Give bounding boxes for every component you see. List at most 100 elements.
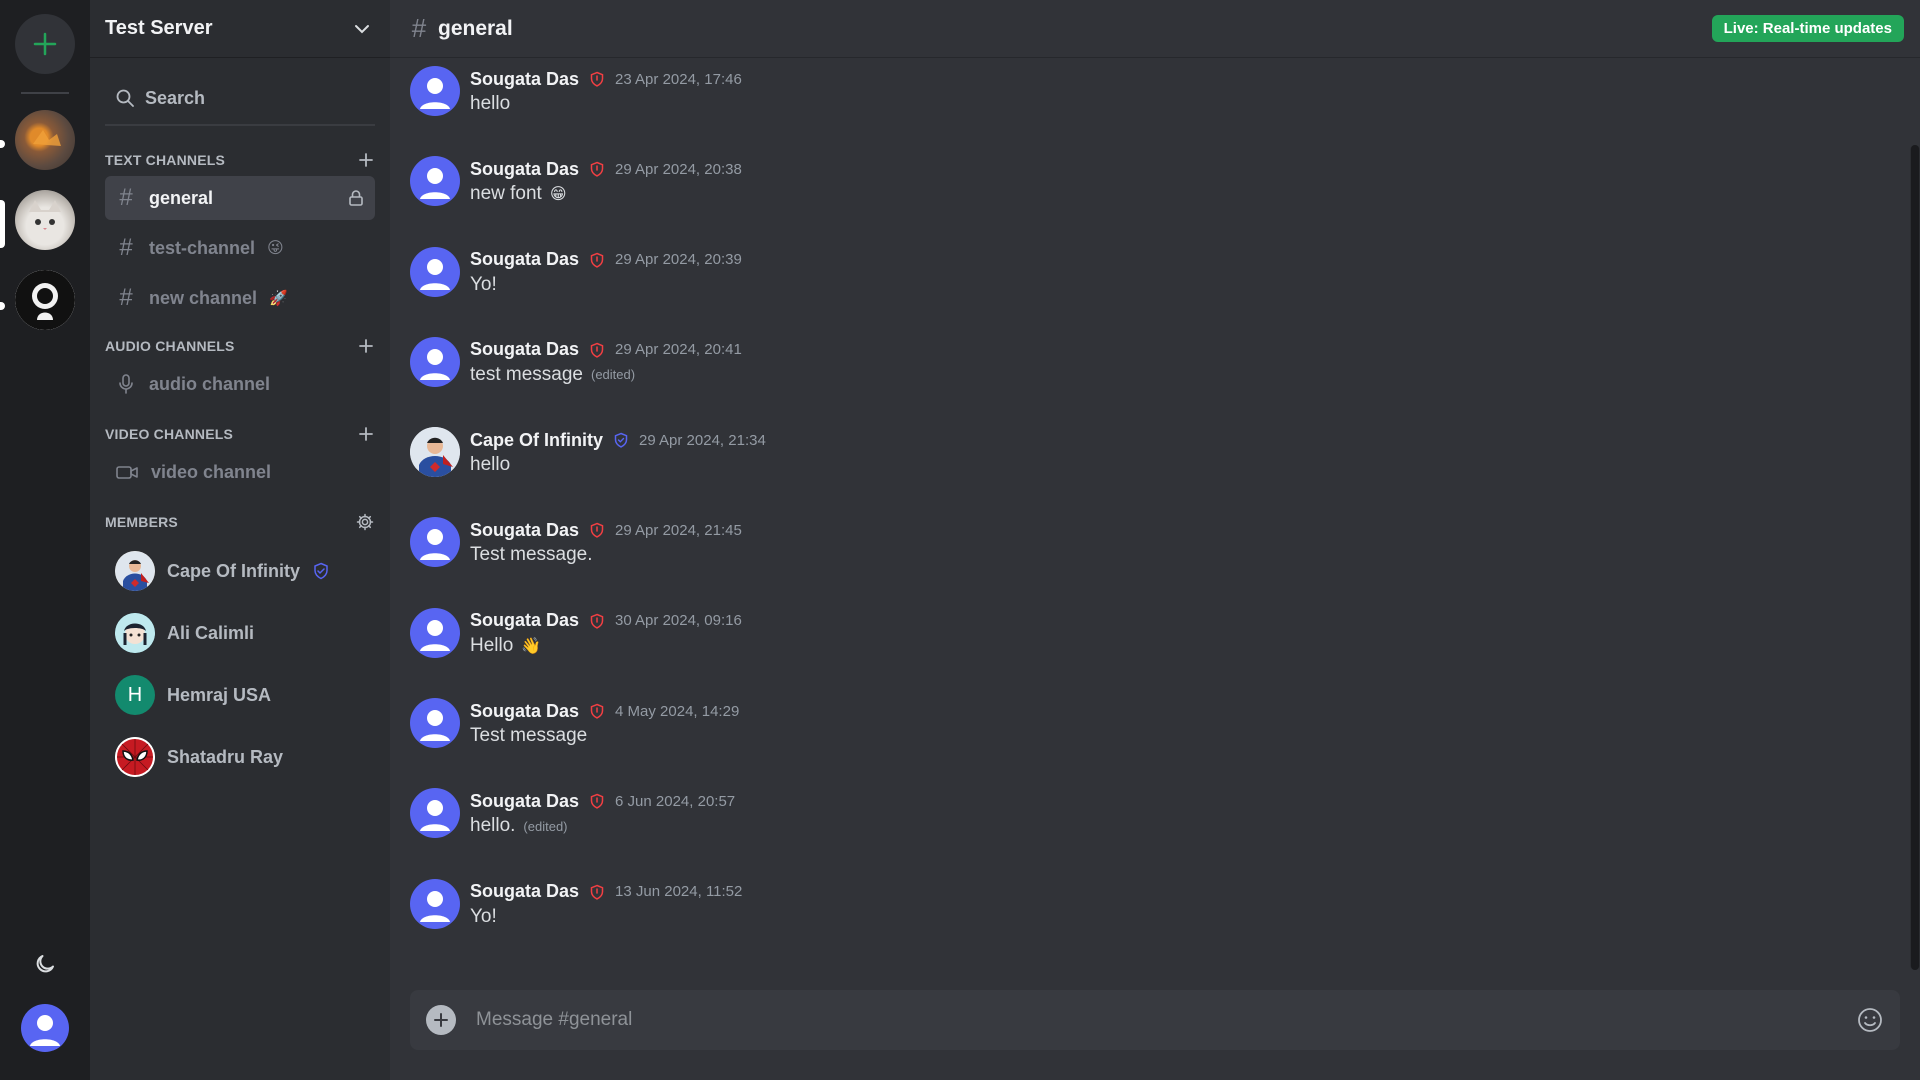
message-item[interactable]: Cape Of Infinity 29 Apr 2024, 21:34 hello	[410, 427, 1920, 517]
avatar[interactable]	[410, 607, 460, 658]
channel-new-channel[interactable]: # new channel 🚀	[105, 276, 375, 320]
members-label: MEMBERS	[105, 514, 178, 530]
message-body: Sougata Das 29 Apr 2024, 20:39 Yo!	[470, 247, 742, 337]
avatar[interactable]	[410, 246, 460, 297]
moderator-shield-icon	[590, 703, 604, 719]
message-item[interactable]: Sougata Das 23 Apr 2024, 17:46 hello	[410, 66, 1920, 156]
message-header: Sougata Das 29 Apr 2024, 20:38	[470, 157, 742, 181]
verified-shield-icon	[614, 432, 628, 448]
message-item[interactable]: Sougata Das 13 Jun 2024, 11:52 Yo!	[410, 878, 1920, 969]
moderator-shield-icon	[590, 342, 604, 358]
server-header[interactable]: Test Server	[90, 0, 390, 58]
message-header: Sougata Das 13 Jun 2024, 11:52	[470, 880, 742, 904]
message-author[interactable]: Sougata Das	[470, 610, 579, 631]
moderator-shield-icon	[590, 71, 604, 87]
message-author[interactable]: Sougata Das	[470, 339, 579, 360]
message-content: hello	[470, 454, 766, 476]
message-input[interactable]	[476, 1009, 1856, 1031]
live-status-badge: Live: Real-time updates	[1711, 15, 1904, 42]
add-text-channel-icon[interactable]	[358, 152, 374, 168]
message-author[interactable]: Sougata Das	[470, 791, 579, 812]
message-header: Sougata Das 29 Apr 2024, 20:41	[470, 338, 742, 362]
silhouette-icon	[15, 270, 75, 330]
channel-test-channel[interactable]: # test-channel 😜	[105, 226, 375, 270]
avatar[interactable]	[410, 427, 460, 478]
message-body: Sougata Das 4 May 2024, 14:29 Test message	[470, 698, 739, 788]
gear-icon[interactable]	[356, 513, 374, 531]
message-item[interactable]: Sougata Das 29 Apr 2024, 20:41 test messag…	[410, 336, 1920, 427]
message-author[interactable]: Sougata Das	[470, 249, 579, 270]
current-user-avatar[interactable]	[21, 1004, 69, 1052]
message-body: Sougata Das 23 Apr 2024, 17:46 hello	[470, 66, 742, 156]
avatar[interactable]	[410, 698, 460, 749]
moderator-shield-icon	[590, 794, 604, 810]
attach-button[interactable]	[426, 1005, 456, 1035]
avatar[interactable]	[410, 878, 460, 929]
message-body: Sougata Das 29 Apr 2024, 21:45 Test messag…	[470, 517, 742, 607]
message-author[interactable]: Sougata Das	[470, 701, 579, 722]
rail-divider	[21, 92, 69, 94]
add-audio-channel-icon[interactable]	[358, 338, 374, 354]
member-shatadru-ray[interactable]: Shatadru Ray	[105, 726, 375, 788]
add-video-channel-icon[interactable]	[358, 426, 374, 442]
message-body: Sougata Das 29 Apr 2024, 20:38 new font 😁	[470, 156, 742, 246]
member-hemraj-usa[interactable]: H Hemraj USA	[105, 664, 375, 726]
hash-icon: #	[119, 184, 133, 211]
avatar[interactable]	[410, 517, 460, 568]
message-text: hello.	[470, 815, 516, 837]
message-item[interactable]: Sougata Das 29 Apr 2024, 20:39 Yo!	[410, 246, 1920, 337]
message-timestamp: 29 Apr 2024, 20:39	[615, 251, 742, 269]
member-ali-calimli[interactable]: Ali Calimli	[105, 602, 375, 664]
message-timestamp: 30 Apr 2024, 09:16	[615, 612, 742, 630]
server-rail	[0, 0, 90, 1080]
channel-header: # general Live: Real-time updates	[390, 0, 1920, 58]
avatar[interactable]	[410, 788, 460, 839]
audio-channels-label: AUDIO CHANNELS	[105, 338, 235, 354]
message-author[interactable]: Sougata Das	[470, 159, 579, 180]
message-item[interactable]: Sougata Das 29 Apr 2024, 20:38 new font 😁	[410, 156, 1920, 246]
message-timestamp: 13 Jun 2024, 11:52	[615, 883, 743, 901]
member-name: Shatadru Ray	[167, 746, 284, 767]
chevron-down-icon[interactable]	[352, 19, 372, 39]
search-button[interactable]: Search	[105, 72, 375, 126]
message-emoji: 😁	[549, 186, 567, 204]
member-cape-of-infinity[interactable]: Cape Of Infinity	[105, 540, 375, 602]
avatar[interactable]	[410, 66, 460, 116]
channel-name: test-channel	[149, 237, 256, 258]
server-icon-cat[interactable]	[15, 190, 75, 250]
message-item[interactable]: Sougata Das 6 Jun 2024, 20:57 hello. (edite…	[410, 788, 1920, 878]
server-icon-food[interactable]	[15, 110, 75, 170]
spiderman-avatar-icon	[115, 737, 155, 777]
avatar[interactable]	[410, 336, 460, 387]
message-author[interactable]: Cape Of Infinity	[470, 430, 603, 451]
server-indicator-2	[0, 302, 5, 310]
channel-audio[interactable]: audio channel	[105, 362, 375, 406]
moderator-shield-icon	[590, 884, 604, 900]
server-icon-silhouette[interactable]	[15, 270, 75, 330]
message-item[interactable]: Sougata Das 4 May 2024, 14:29 Test message	[410, 698, 1920, 788]
search-label: Search	[145, 87, 206, 108]
add-server-button[interactable]	[15, 14, 75, 74]
channel-general[interactable]: # general	[105, 176, 375, 220]
channel-name: audio channel	[149, 373, 271, 394]
avatar	[115, 613, 155, 653]
channel-video[interactable]: video channel	[105, 450, 375, 494]
avatar[interactable]	[410, 156, 460, 207]
user-icon	[420, 800, 450, 832]
channel-title: general	[438, 16, 513, 40]
cat-image-icon	[29, 200, 61, 230]
emoji-picker-icon[interactable]	[1856, 1006, 1884, 1034]
moon-icon[interactable]	[33, 952, 57, 976]
message-timestamp: 4 May 2024, 14:29	[615, 702, 740, 720]
scrollbar-thumb[interactable]	[1911, 145, 1919, 970]
message-author[interactable]: Sougata Das	[470, 520, 579, 541]
message-author[interactable]: Sougata Das	[470, 881, 579, 902]
message-content: Hello 👋	[470, 635, 742, 657]
message-item[interactable]: Sougata Das 30 Apr 2024, 09:16 Hello 👋	[410, 607, 1920, 698]
message-item[interactable]: Sougata Das 29 Apr 2024, 21:45 Test messag…	[410, 517, 1920, 607]
message-text: new font	[470, 183, 542, 205]
video-channels-label: VIDEO CHANNELS	[105, 426, 234, 442]
scrollbar[interactable]	[1910, 145, 1920, 970]
message-author[interactable]: Sougata Das	[470, 69, 579, 90]
user-icon	[420, 78, 450, 109]
